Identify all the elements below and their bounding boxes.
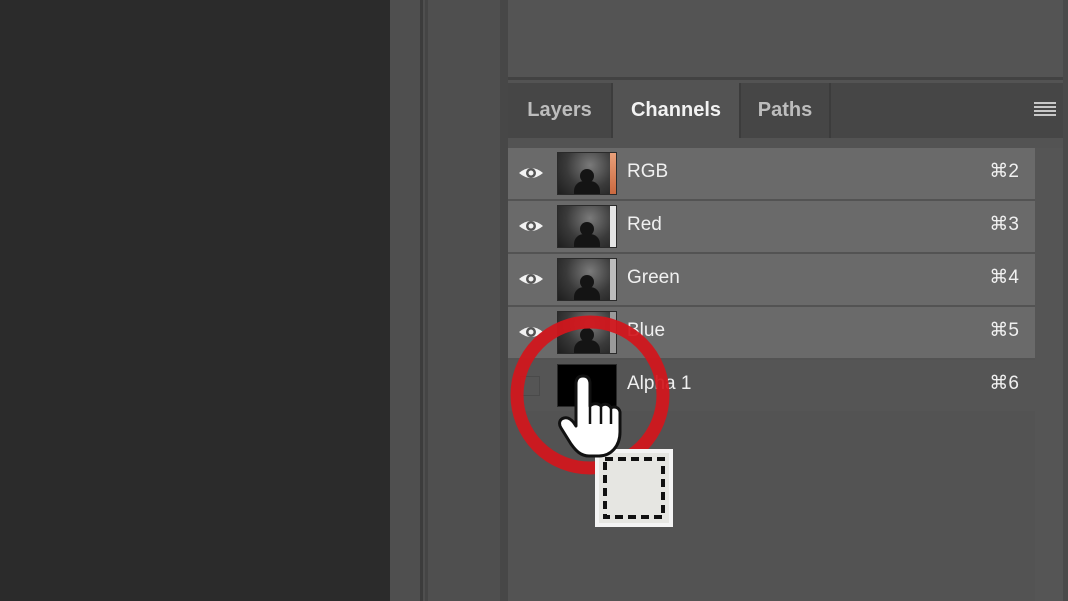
channel-shortcut: ⌘5 xyxy=(989,320,1019,341)
channel-row-alpha-1[interactable]: 1 Alpha 1 ⌘6 xyxy=(508,360,1035,411)
channel-thumbnail: 1 xyxy=(557,364,617,407)
tab-separator xyxy=(829,83,831,138)
channel-thumbnail xyxy=(557,258,617,301)
eye-icon[interactable] xyxy=(518,268,544,290)
channels-panel: Layers Channels Paths RGB ⌘2 Red ⌘3 Gree… xyxy=(508,0,1068,601)
eye-icon[interactable] xyxy=(518,321,544,343)
alpha-thumb-mark: 1 xyxy=(578,385,587,402)
divider xyxy=(425,0,428,601)
channel-row-rgb[interactable]: RGB ⌘2 xyxy=(508,148,1035,199)
channel-shortcut: ⌘6 xyxy=(989,373,1019,394)
panel-tab-bar: Layers Channels Paths xyxy=(508,83,1068,138)
channel-shortcut: ⌘4 xyxy=(989,267,1019,288)
channel-name: Alpha 1 xyxy=(627,373,692,394)
hamburger-menu-icon[interactable] xyxy=(1034,102,1056,118)
channel-shortcut: ⌘2 xyxy=(989,161,1019,182)
tab-channels[interactable]: Channels xyxy=(613,83,739,138)
channel-list: RGB ⌘2 Red ⌘3 Green ⌘4 Blue ⌘5 1 Alpha 1… xyxy=(508,148,1035,413)
tab-layers[interactable]: Layers xyxy=(508,83,611,138)
divider xyxy=(420,0,423,601)
document-canvas xyxy=(0,0,390,601)
upper-panel xyxy=(508,0,1068,80)
channel-thumbnail xyxy=(557,205,617,248)
list-scroll-area[interactable] xyxy=(1035,148,1065,601)
channel-row-green[interactable]: Green ⌘4 xyxy=(508,254,1035,305)
channel-row-blue[interactable]: Blue ⌘5 xyxy=(508,307,1035,358)
eye-icon[interactable] xyxy=(518,162,544,184)
divider xyxy=(500,0,508,601)
channel-thumbnail xyxy=(557,311,617,354)
panel-gutter xyxy=(390,0,508,601)
visibility-toggle-empty[interactable] xyxy=(520,376,540,396)
channel-name: Red xyxy=(627,214,662,235)
channel-thumbnail xyxy=(557,152,617,195)
channel-shortcut: ⌘3 xyxy=(989,214,1019,235)
eye-icon[interactable] xyxy=(518,215,544,237)
panel-scrollbar[interactable] xyxy=(1063,0,1068,601)
channel-row-red[interactable]: Red ⌘3 xyxy=(508,201,1035,252)
channel-name: Green xyxy=(627,267,680,288)
channel-name: RGB xyxy=(627,161,669,182)
channel-name: Blue xyxy=(627,320,666,341)
tab-paths[interactable]: Paths xyxy=(741,83,829,138)
